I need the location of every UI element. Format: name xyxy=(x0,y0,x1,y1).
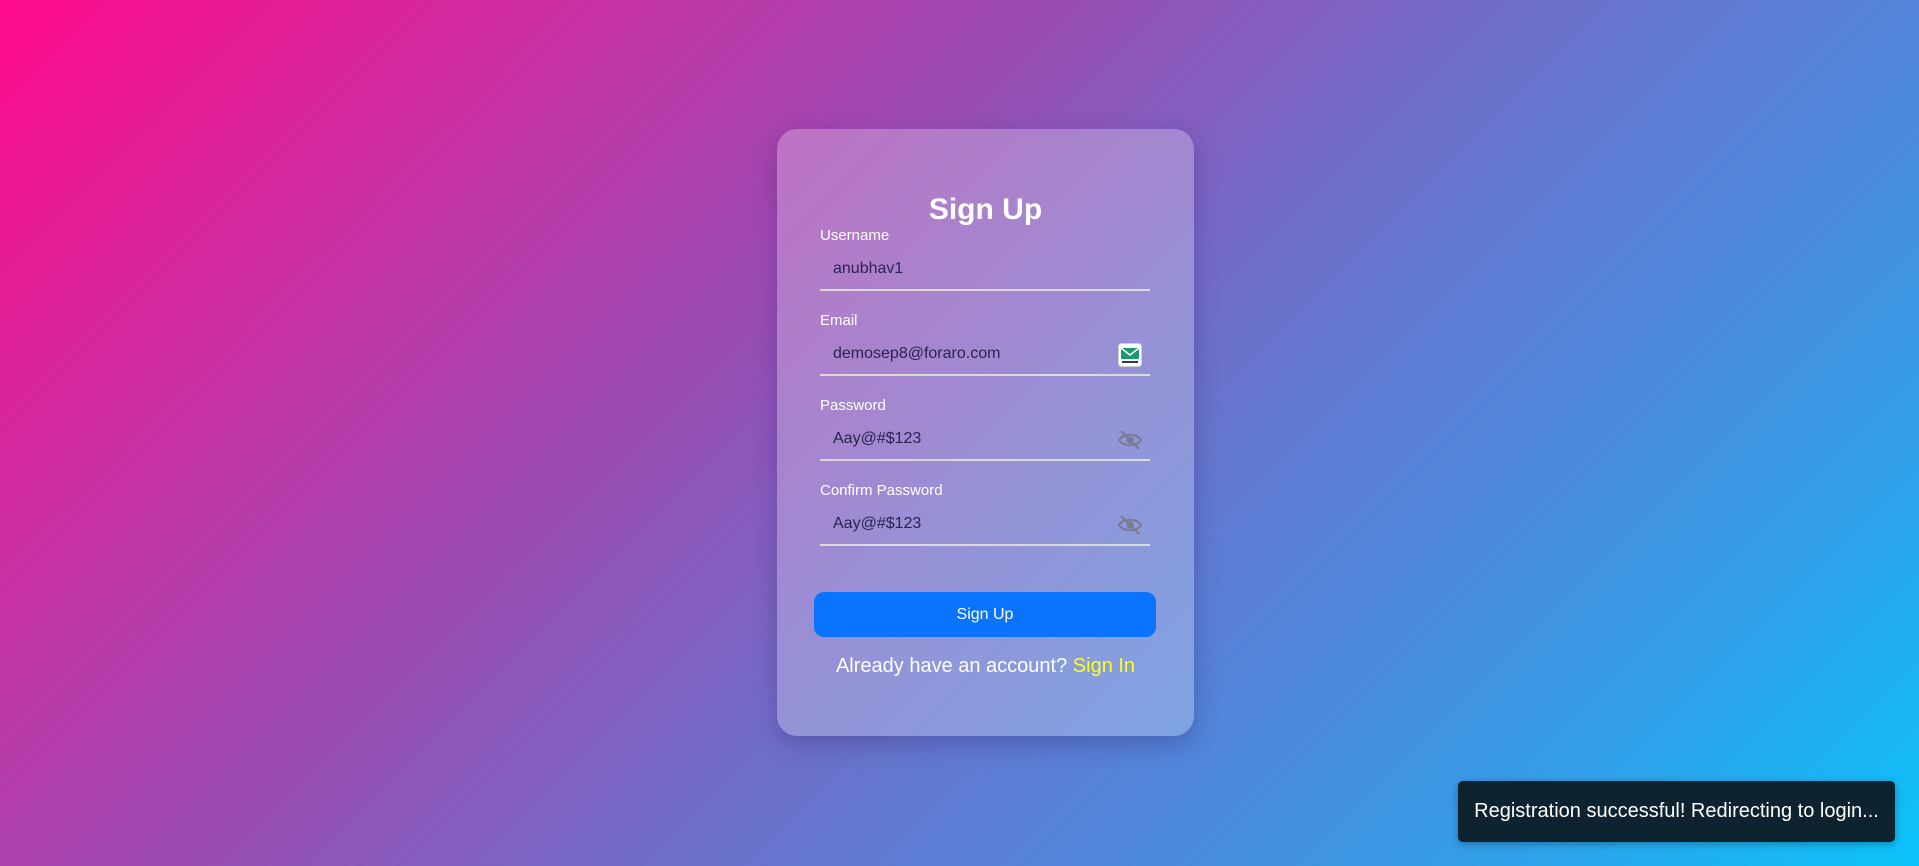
signup-button[interactable]: Sign Up xyxy=(814,592,1156,637)
toast-notification[interactable]: Registration successful! Redirecting to … xyxy=(1458,781,1895,842)
username-label: Username xyxy=(820,227,890,244)
email-input[interactable] xyxy=(820,334,1150,374)
password-input[interactable] xyxy=(820,419,1150,459)
signin-link[interactable]: Sign In xyxy=(1073,655,1135,677)
username-input[interactable] xyxy=(820,249,1150,289)
confirm-password-label: Confirm Password xyxy=(820,482,943,499)
username-field-wrapper xyxy=(820,249,1150,291)
signin-prompt-text: Already have an account? xyxy=(835,655,1073,677)
email-label: Email xyxy=(820,312,858,329)
signin-prompt: Already have an account? Sign In xyxy=(777,654,1194,678)
password-label: Password xyxy=(820,397,886,414)
form-title: Sign Up xyxy=(928,193,1043,226)
toast-message: Registration successful! Redirecting to … xyxy=(1474,800,1879,822)
eye-slash-icon[interactable] xyxy=(1117,513,1143,537)
email-field-wrapper xyxy=(820,334,1150,376)
password-field-wrapper xyxy=(820,419,1150,461)
email-extension-icon[interactable] xyxy=(1117,343,1143,367)
eye-slash-icon[interactable] xyxy=(1117,428,1143,452)
confirm-password-input[interactable] xyxy=(820,504,1150,544)
confirm-password-field-wrapper xyxy=(820,504,1150,546)
signup-card: Sign Up Username Email Password xyxy=(777,129,1194,736)
